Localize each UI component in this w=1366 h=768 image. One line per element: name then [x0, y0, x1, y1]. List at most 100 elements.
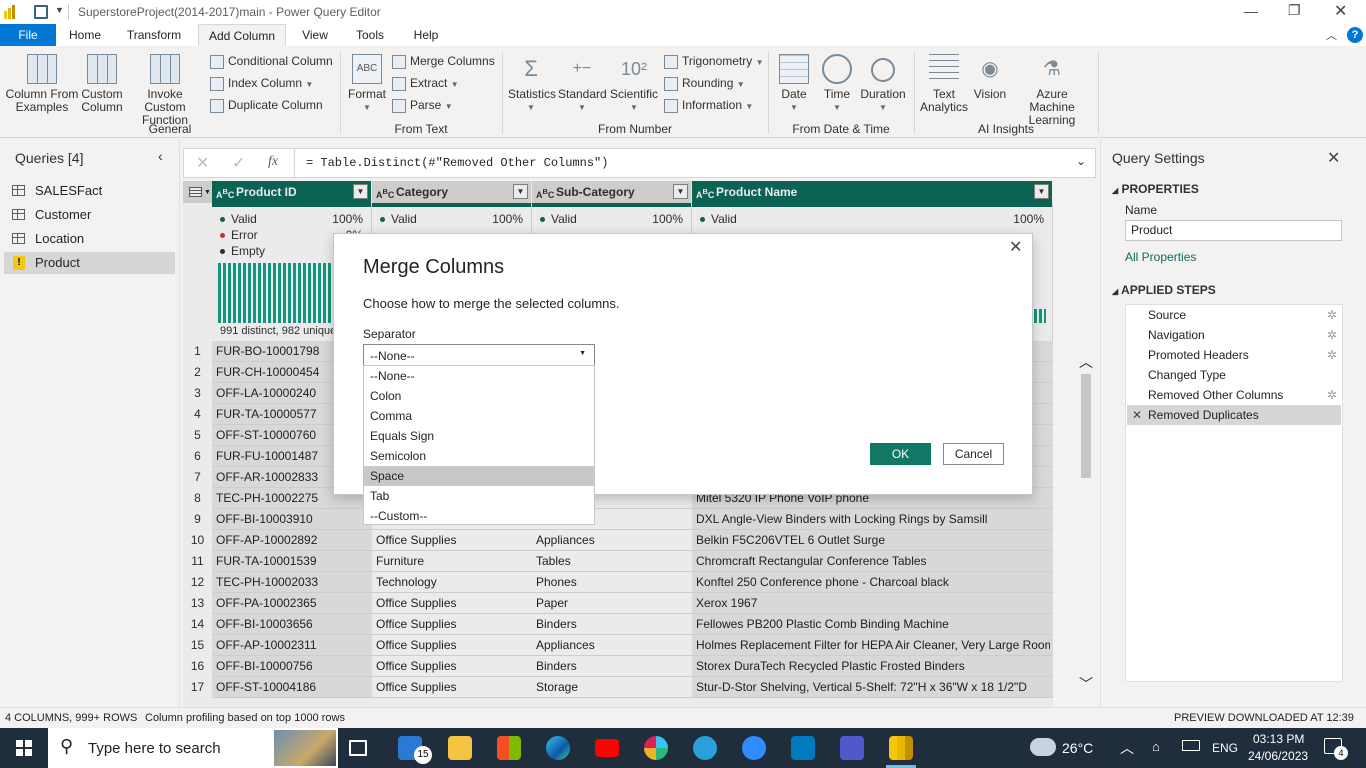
gear-icon[interactable]: ✲: [1327, 385, 1337, 405]
separator-select[interactable]: --None-- ▼: [363, 344, 595, 366]
azure-ml-button[interactable]: ⚗ Azure Machine Learning: [1012, 54, 1092, 127]
step-promoted-headers[interactable]: Promoted Headers ✲: [1127, 345, 1341, 365]
scroll-down-icon[interactable]: ﹀: [1079, 674, 1093, 694]
power-bi-taskbar-icon[interactable]: [889, 736, 913, 760]
scientific-button[interactable]: 10² Scientific ▼: [610, 54, 658, 114]
gear-icon[interactable]: ✲: [1327, 345, 1337, 365]
microsoft-store-icon[interactable]: [497, 736, 521, 760]
applied-steps-header[interactable]: ◢ APPLIED STEPS: [1112, 283, 1216, 297]
merge-columns-button[interactable]: Merge Columns: [392, 51, 495, 71]
query-item-customer[interactable]: Customer: [4, 204, 175, 226]
weather-icon[interactable]: [1030, 738, 1056, 756]
trigonometry-button[interactable]: Trigonometry ▼: [664, 51, 764, 71]
extract-button[interactable]: Extract ▼: [392, 73, 459, 93]
standard-button[interactable]: +− Standard ▼: [558, 54, 607, 114]
index-column-button[interactable]: Index Column ▼: [210, 73, 313, 93]
close-window-button[interactable]: ✕: [1334, 1, 1347, 21]
cancel-formula-icon[interactable]: ✕: [196, 153, 209, 173]
fx-icon[interactable]: fx: [268, 154, 278, 170]
vision-button[interactable]: ◉ Vision: [970, 54, 1010, 101]
teams-icon[interactable]: [840, 736, 864, 760]
properties-header[interactable]: ◢ PROPERTIES: [1112, 182, 1199, 196]
vertical-scrollbar[interactable]: ︿ ﹀: [1075, 350, 1097, 707]
custom-column-button[interactable]: Custom Column: [80, 54, 124, 114]
format-button[interactable]: ABC Format ▼: [346, 54, 388, 114]
step-changed-type[interactable]: Changed Type: [1127, 365, 1341, 385]
separator-option[interactable]: Tab: [364, 486, 594, 506]
gear-icon[interactable]: ✲: [1327, 325, 1337, 345]
slack-icon[interactable]: [644, 736, 668, 760]
close-settings-icon[interactable]: ✕: [1327, 148, 1340, 168]
tab-file[interactable]: File: [0, 24, 56, 46]
scroll-up-icon[interactable]: ︿: [1079, 352, 1093, 372]
commit-formula-icon[interactable]: ✓: [232, 153, 245, 173]
clock-date[interactable]: 24/06/2023: [1248, 749, 1308, 763]
step-navigation[interactable]: Navigation ✲: [1127, 325, 1341, 345]
duplicate-column-button[interactable]: Duplicate Column: [210, 95, 323, 115]
separator-option[interactable]: Space: [364, 466, 594, 486]
battery-icon[interactable]: [1182, 740, 1200, 751]
tab-add-column[interactable]: Add Column: [198, 24, 286, 46]
time-button[interactable]: Time ▼: [818, 54, 856, 114]
step-removed-other-columns[interactable]: Removed Other Columns ✲: [1127, 385, 1341, 405]
collapse-queries-icon[interactable]: ‹: [158, 148, 163, 164]
step-source[interactable]: Source ✲: [1127, 305, 1341, 325]
edge-icon[interactable]: [546, 736, 570, 760]
conditional-column-button[interactable]: Conditional Column: [210, 51, 333, 71]
temperature-label[interactable]: 26°C: [1062, 740, 1093, 756]
language-indicator[interactable]: ENG: [1212, 741, 1238, 755]
scroll-thumb[interactable]: [1081, 374, 1091, 478]
parse-button[interactable]: Parse ▼: [392, 95, 453, 115]
quick-access-dropdown-icon[interactable]: ▼: [55, 5, 64, 15]
help-icon[interactable]: ?: [1347, 27, 1363, 43]
cancel-button[interactable]: Cancel: [943, 443, 1004, 465]
query-item-location[interactable]: Location: [4, 228, 175, 250]
zoom-icon[interactable]: [742, 736, 766, 760]
separator-option[interactable]: Semicolon: [364, 446, 594, 466]
delete-step-icon[interactable]: ✕: [1132, 405, 1142, 425]
statistics-button[interactable]: Σ Statistics ▼: [508, 54, 556, 114]
show-hidden-icons-icon[interactable]: ︿: [1120, 738, 1134, 758]
file-explorer-icon[interactable]: [448, 736, 472, 760]
trello-icon[interactable]: [791, 736, 815, 760]
invoke-custom-function-button[interactable]: Invoke Custom Function: [126, 54, 204, 127]
tab-home[interactable]: Home: [62, 24, 108, 46]
tab-help[interactable]: Help: [404, 24, 448, 46]
windows-start-icon[interactable]: [16, 740, 32, 756]
date-button[interactable]: Date ▼: [774, 54, 814, 114]
network-icon[interactable]: ⌂: [1152, 739, 1160, 754]
column-from-examples-button[interactable]: Column From Examples: [4, 54, 80, 114]
tab-view[interactable]: View: [294, 24, 336, 46]
step-removed-duplicates[interactable]: ✕ Removed Duplicates: [1127, 405, 1341, 425]
save-icon[interactable]: [34, 5, 48, 19]
duration-button[interactable]: Duration ▼: [858, 54, 908, 114]
gear-icon[interactable]: ✲: [1327, 305, 1337, 325]
all-properties-link[interactable]: All Properties: [1125, 250, 1196, 264]
rounding-button[interactable]: Rounding ▼: [664, 73, 745, 93]
separator-option[interactable]: Colon: [364, 386, 594, 406]
taskbar-search-box[interactable]: ⚲ Type here to search: [48, 728, 338, 768]
collapse-ribbon-icon[interactable]: ︿: [1326, 27, 1337, 43]
separator-option[interactable]: Equals Sign: [364, 426, 594, 446]
restore-button[interactable]: ❐: [1288, 2, 1301, 19]
separator-option[interactable]: Comma: [364, 406, 594, 426]
name-input[interactable]: Product: [1125, 220, 1342, 241]
query-item-product[interactable]: ! Product: [4, 252, 175, 274]
telegram-icon[interactable]: [693, 736, 717, 760]
clock-time[interactable]: 03:13 PM: [1253, 732, 1304, 746]
tab-tools[interactable]: Tools: [348, 24, 392, 46]
youtube-icon[interactable]: [595, 739, 619, 757]
expand-formula-icon[interactable]: ⌄: [1076, 154, 1086, 168]
minimize-button[interactable]: —: [1244, 3, 1258, 19]
task-view-icon[interactable]: [349, 740, 367, 756]
formula-input[interactable]: = Table.Distinct(#"Removed Other Columns…: [306, 156, 608, 170]
separator-option[interactable]: --Custom--: [364, 506, 594, 526]
text-analytics-button[interactable]: Text Analytics: [920, 54, 968, 114]
profiling-status[interactable]: Column profiling based on top 1000 rows: [145, 708, 345, 729]
tab-transform[interactable]: Transform: [120, 24, 188, 46]
separator-option[interactable]: --None--: [364, 366, 594, 386]
dialog-close-icon[interactable]: ✕: [1009, 237, 1022, 257]
ok-button[interactable]: OK: [870, 443, 931, 465]
query-item-salesfact[interactable]: SALESFact: [4, 180, 175, 202]
information-button[interactable]: Information ▼: [664, 95, 753, 115]
